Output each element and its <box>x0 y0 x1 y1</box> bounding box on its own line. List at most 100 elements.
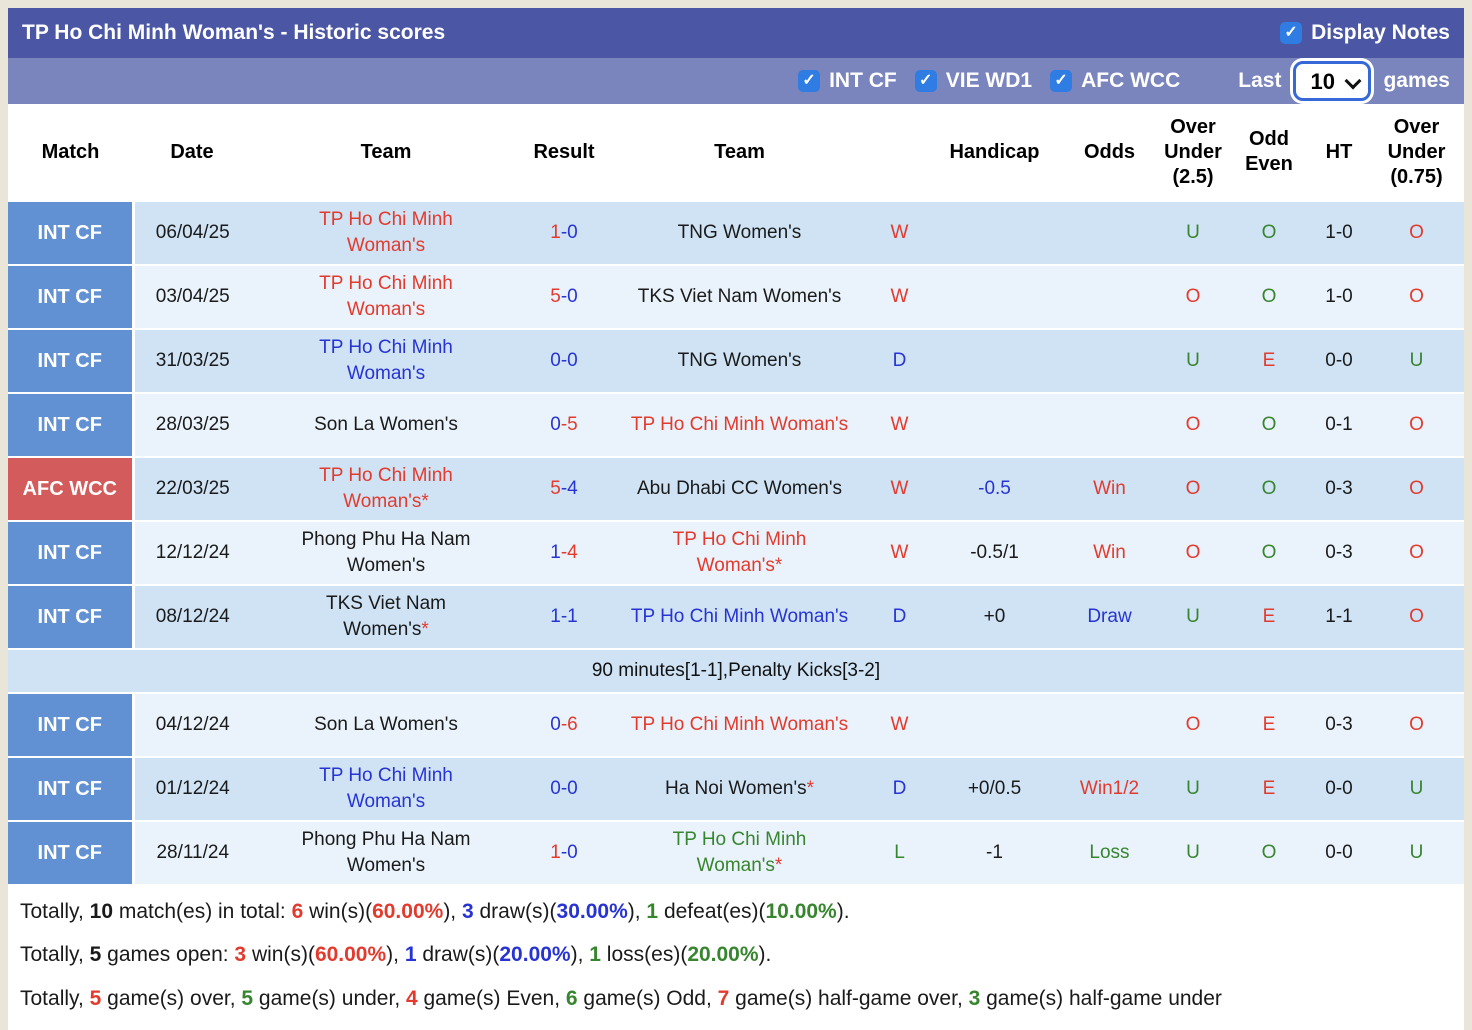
odd-even-cell: O <box>1229 456 1309 521</box>
result-cell: 5-4 <box>521 456 607 521</box>
result-cell: 5-0 <box>521 264 607 329</box>
odds-cell <box>1062 200 1157 265</box>
away-team-name: TP Ho Chi Minh Woman's* <box>629 827 851 878</box>
competition-badge: AFC WCC <box>8 456 135 521</box>
table-row: INT CF 31/03/25 TP Ho Chi Minh Woman's 0-0 T… <box>8 328 1464 393</box>
over-under-075-cell: O <box>1369 456 1464 521</box>
table-row: INT CF 06/04/25 TP Ho Chi Minh Woman's 1-0 T… <box>8 200 1464 265</box>
summary-segment: draw(s)( <box>416 943 500 967</box>
handicap-cell: +0/0.5 <box>927 756 1062 821</box>
odd-even-cell-value: O <box>1261 842 1277 864</box>
summary-segment: 5 <box>89 986 102 1010</box>
away-team-label: TP Ho Chi Minh Woman's <box>630 414 849 436</box>
handicap-cell: +0 <box>927 584 1062 649</box>
away-team-label: TP Ho Chi Minh Woman's <box>630 714 849 736</box>
handicap-cell-value: -0.5 <box>978 478 1011 500</box>
competition-badge: INT CF <box>8 820 135 884</box>
summary-line: Totally, 5 game(s) over, 5 game(s) under… <box>8 977 1464 1020</box>
away-team-label: TKS Viet Nam Women's <box>637 286 842 308</box>
home-team-label: TP Ho Chi Minh Woman's <box>319 765 453 812</box>
summary-segment: Totally, <box>20 943 90 967</box>
column-header-outcome <box>872 104 927 201</box>
competition-badge: INT CF <box>8 392 135 457</box>
over-under-25-cell: U <box>1157 756 1229 821</box>
games-label: games <box>1383 69 1450 92</box>
competition-badge: INT CF <box>8 692 135 757</box>
games-count-select[interactable]: 10 <box>1293 61 1372 101</box>
handicap-cell-value: +0/0.5 <box>967 778 1022 800</box>
outcome-cell-value: W <box>890 542 909 564</box>
handicap-cell: -0.5/1 <box>927 520 1062 585</box>
over-under-075-value: O <box>1409 478 1424 500</box>
over-under-25-cell: U <box>1157 820 1229 884</box>
handicap-cell: -0.5 <box>927 456 1062 521</box>
home-team-label: TP Ho Chi Minh Woman's <box>319 209 453 256</box>
filter-item[interactable]: AFC WCC <box>1050 69 1180 93</box>
home-team-name: TP Ho Chi Minh Woman's* <box>284 463 489 514</box>
summary-segment: 6 <box>565 986 578 1010</box>
table-row: AFC WCC 22/03/25 TP Ho Chi Minh Woman's* 5-… <box>8 456 1464 521</box>
checkbox-checked-icon[interactable] <box>1050 70 1073 92</box>
odd-even-cell-value: E <box>1262 778 1276 800</box>
result-segment: -4 <box>560 542 578 564</box>
odds-cell: Win <box>1062 520 1157 585</box>
away-team-asterisk: * <box>806 778 814 800</box>
result-cell: 1-0 <box>521 820 607 884</box>
summary-segment: ), <box>443 900 462 923</box>
summary-segment: draw(s)( <box>473 900 557 923</box>
summary-segment: game(s) half-game over, <box>729 986 969 1010</box>
filter-item[interactable]: VIE WD1 <box>914 69 1032 93</box>
title-bar: TP Ho Chi Minh Woman's - Historic scores… <box>8 8 1464 58</box>
filter-item[interactable]: INT CF <box>798 69 897 93</box>
competition-filters: INT CF VIE WD1 AFC WCC <box>798 69 1198 93</box>
result-segment: -5 <box>560 414 578 436</box>
date-cell: 01/12/24 <box>133 756 251 821</box>
over-under-25-cell-value: U <box>1186 778 1200 800</box>
checkbox-checked-icon[interactable] <box>914 70 937 92</box>
outcome-cell: D <box>872 756 927 821</box>
checkbox-checked-icon[interactable] <box>798 70 821 92</box>
column-header-odd-even: Odd Even <box>1229 104 1309 201</box>
over-under-075-cell: O <box>1369 264 1464 329</box>
display-notes-label: Display Notes <box>1311 21 1450 44</box>
odds-cell <box>1062 264 1157 329</box>
over-under-075-value: U <box>1409 350 1424 372</box>
odds-cell-value: Win <box>1093 478 1126 500</box>
handicap-cell <box>927 328 1062 393</box>
handicap-cell-value: +0 <box>983 606 1006 628</box>
odd-even-cell: O <box>1229 200 1309 265</box>
over-under-25-cell-value: O <box>1185 542 1201 564</box>
over-under-075-cell: O <box>1369 392 1464 457</box>
table-header-row: Match Date Team Result Team Handicap Odd… <box>8 104 1464 201</box>
outcome-cell: W <box>872 456 927 521</box>
column-header-date: Date <box>133 104 251 201</box>
result-cell: 0-0 <box>521 756 607 821</box>
over-under-25-cell: O <box>1157 692 1229 757</box>
outcome-cell: W <box>872 520 927 585</box>
ht-cell: 0-3 <box>1309 692 1369 757</box>
home-team-name: Phong Phu Ha Nam Women's <box>284 827 489 878</box>
result-cell: 1-0 <box>521 200 607 265</box>
odds-cell <box>1062 692 1157 757</box>
home-team-name: Phong Phu Ha Nam Women's <box>284 527 489 578</box>
over-under-25-cell: O <box>1157 264 1229 329</box>
checkbox-checked-icon[interactable] <box>1280 22 1303 44</box>
table-row: INT CF 28/03/25 Son La Women's 0-5 TP Ho Chi… <box>8 392 1464 457</box>
over-under-075-value: O <box>1409 542 1424 564</box>
result-cell: 0-5 <box>521 392 607 457</box>
over-under-075-value: O <box>1409 414 1424 436</box>
over-under-25-cell: U <box>1157 584 1229 649</box>
away-team-cell: TNG Women's <box>607 328 872 393</box>
display-notes-toggle[interactable]: Display Notes <box>1280 21 1450 45</box>
outcome-cell-value: W <box>890 714 909 736</box>
column-header-over-under-25: Over Under (2.5) <box>1157 104 1229 201</box>
summary-segment: game(s) over, <box>101 986 242 1010</box>
odd-even-cell-value: O <box>1261 414 1277 436</box>
over-under-25-cell: O <box>1157 520 1229 585</box>
over-under-075-cell: O <box>1369 200 1464 265</box>
date-cell: 12/12/24 <box>133 520 251 585</box>
away-team-name: TNG Women's <box>678 220 802 246</box>
result-cell: 0-6 <box>521 692 607 757</box>
away-team-cell: Abu Dhabi CC Women's <box>607 456 872 521</box>
away-team-label: TP Ho Chi Minh Woman's <box>672 529 807 576</box>
